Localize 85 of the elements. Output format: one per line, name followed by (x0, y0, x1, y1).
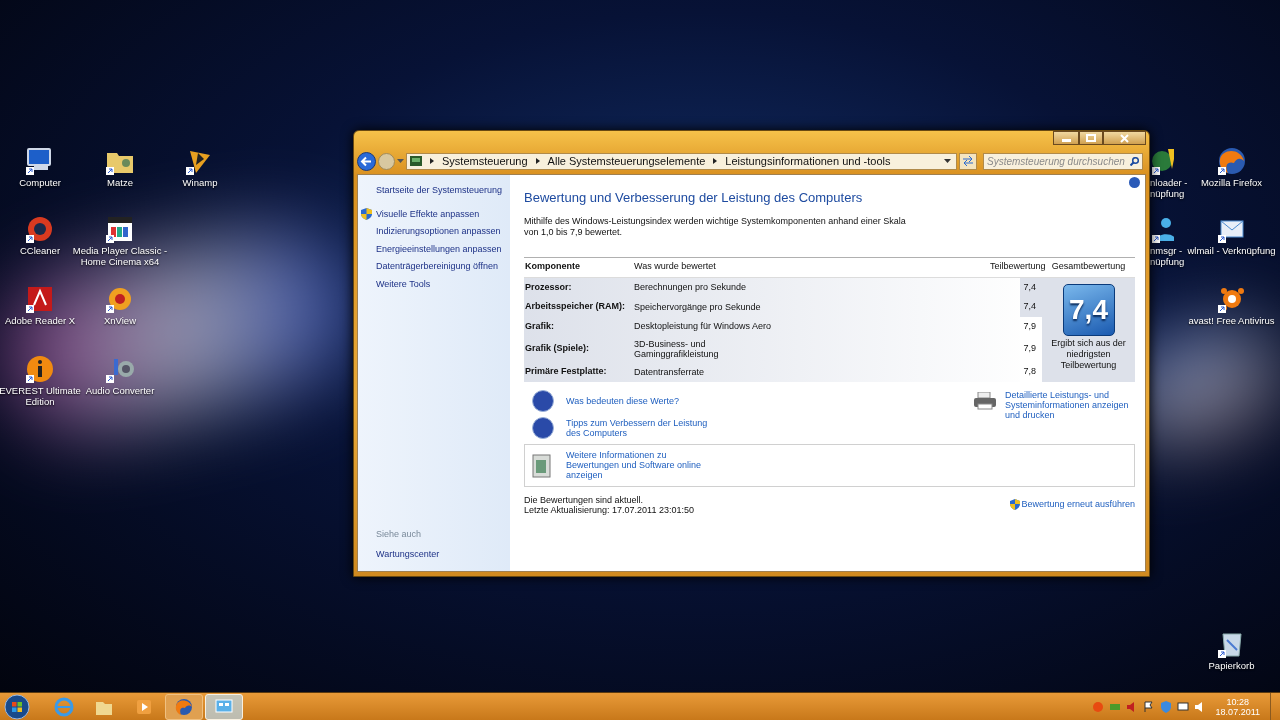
column-header: Was wurde bewertet (634, 260, 717, 274)
rerun-link[interactable]: Bewertung erneut ausführen (1021, 497, 1135, 512)
icon-label: wlmail - Verknüpfung (1187, 245, 1276, 256)
intro-text: Mithilfe des Windows-Leistungsindex werden wichtige Systemkomponenten anhand einer Skala von 1,0 bis 7,9 bewertet. (524, 215, 907, 238)
icon-label: Mozilla Firefox (1200, 177, 1263, 188)
icon-label: Audio Converter (85, 385, 155, 396)
icon-label: XnView (103, 315, 136, 326)
monitor-icon[interactable] (1176, 700, 1189, 713)
icon-label: Computer (19, 177, 61, 188)
refresh-icon (962, 156, 974, 166)
help-link[interactable]: Was bedeuten diese Werte? (566, 395, 716, 406)
refresh-button[interactable] (959, 152, 977, 170)
clock-time: 10:28 (1226, 696, 1250, 707)
table-cell-text: Speichervorgänge pro Sekunde (634, 300, 762, 314)
table-cell: 7,4 (1020, 297, 1042, 317)
close-button[interactable] (1103, 131, 1146, 145)
chevron-icon (535, 158, 540, 164)
icon-label: nüpfung (1150, 188, 1185, 199)
table-cell-text: Grafik: (524, 319, 555, 333)
dropdown-arrow-icon[interactable] (944, 158, 951, 164)
sidebar-link[interactable]: Visuelle Effekte anpassen (376, 207, 508, 221)
sidebar-link[interactable]: Energieeinstellungen anpassen (376, 242, 508, 256)
base-score-badge: 7,4 (1062, 283, 1115, 336)
globe-icon (54, 696, 74, 717)
section-label: Siehe auch (376, 528, 423, 541)
sidebar-link[interactable]: Indizierungsoptionen anpassen (376, 225, 508, 239)
online-info-link[interactable]: Weitere Informationen zu Bewertungen und Software online anzeigen (566, 450, 716, 480)
table-cell-text: Grafik (Spiele): (524, 342, 590, 356)
table-cell: 7,4 (1020, 277, 1042, 297)
sidebar-link[interactable]: Weitere Tools (376, 277, 508, 291)
globe-icon[interactable] (1215, 145, 1248, 177)
icon-label: nmsgr - (1150, 245, 1183, 256)
table-cell-text: Arbeitsspeicher (RAM): (524, 300, 626, 313)
clock-date: 18.07.2011 (1215, 706, 1260, 717)
flag-icon[interactable] (1142, 700, 1155, 713)
control-panel-icon (410, 156, 422, 166)
status-text: Letzte Aktualisierung: 17.07.2011 23:01:50 (524, 504, 694, 515)
table-cell-text: Primäre Festplatte: (524, 365, 608, 378)
caret-icon[interactable] (397, 158, 404, 164)
sidebar-link[interactable]: Wartungscenter (376, 547, 508, 561)
table-cell-text: Desktopleistung für Windows Aero (634, 320, 773, 334)
column-header: Komponente (524, 260, 581, 274)
icon-label: Home Cinema x64 (80, 256, 160, 267)
sidebar-link[interactable]: Startseite der Systemsteuerung (376, 184, 503, 198)
icon-label: EVEREST Ultimate (0, 385, 81, 396)
search-field[interactable]: Systemsteuerung durchsuchen (983, 152, 1143, 170)
icon-label: Papierkorb (1208, 660, 1255, 671)
icon-label: Edition (25, 396, 55, 407)
printer-icon (973, 391, 997, 410)
icon-label: CCleaner (19, 245, 61, 256)
icon-label: nloader - (1150, 177, 1188, 188)
address-bar[interactable]: Systemsteuerung Alle Systemsteuerungselemente Leistungsinformationen und -tools (406, 152, 957, 170)
minimize-button[interactable] (1053, 131, 1079, 145)
sidebar-link[interactable]: Datenträgerbereinigung öffnen (376, 260, 508, 274)
globe-icon (174, 696, 194, 717)
icon-label: Matze (107, 177, 133, 188)
back-button[interactable] (357, 151, 376, 171)
breadcrumb-item[interactable]: Alle Systemsteuerungselemente (547, 152, 706, 170)
score-caption: Ergibt sich aus der niedrigsten Teilbewertung (1050, 337, 1127, 371)
table-cell-text: 3D-Business- und Gaminggrafikleistung (634, 338, 720, 361)
icon-label: nüpfung (1150, 256, 1185, 267)
chevron-icon (713, 158, 718, 164)
table-cell-text: Prozessor: (524, 280, 573, 294)
icon-label: Media Player Classic - (72, 245, 168, 256)
minimize-icon (1061, 139, 1071, 142)
search-icon (1130, 156, 1139, 166)
icon-label: avast! Free Antivirus (1188, 315, 1275, 326)
table-cell-text: Berechnungen pro Sekunde (634, 281, 748, 295)
table-cell-text: Datentransferrate (634, 365, 706, 379)
icon-label: Adobe Reader X (4, 315, 76, 326)
maximize-button[interactable] (1079, 131, 1103, 145)
close-icon (1120, 133, 1129, 143)
details-link[interactable]: Detaillierte Leistungs- und Systeminformationen anzeigen und drucken (1005, 389, 1135, 420)
help-link[interactable]: Tipps zum Verbessern der Leistung des Computers (566, 417, 716, 438)
start-button[interactable] (3, 693, 31, 720)
icon-label: Winamp (182, 177, 218, 188)
breadcrumb-item[interactable]: Leistungsinformationen und -tools (725, 152, 891, 170)
breadcrumb-item[interactable]: Systemsteuerung (442, 152, 528, 170)
info-icon[interactable] (24, 353, 56, 385)
chevron-icon (430, 158, 434, 164)
software-box-icon (530, 452, 554, 478)
status-text: Die Bewertungen sind aktuell. (524, 494, 645, 505)
page-heading: Bewertung und Verbesserung der Leistung des Computers (524, 189, 864, 207)
taskbar-button[interactable] (165, 693, 203, 720)
maximize-icon (1086, 134, 1096, 142)
